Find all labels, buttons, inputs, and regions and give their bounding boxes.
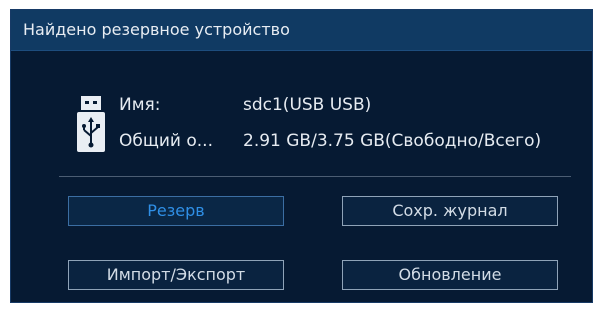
- device-capacity-row: Общий о... 2.91 GB/3.75 GB(Свободно/Всег…: [11, 130, 592, 152]
- dialog-title: Найдено резервное устройство: [23, 20, 290, 39]
- backup-button[interactable]: Резерв: [68, 196, 284, 226]
- dialog-titlebar: Найдено резервное устройство: [11, 10, 592, 51]
- device-name-label: Имя:: [119, 95, 161, 115]
- device-capacity-label: Общий о...: [119, 131, 213, 151]
- device-name-value: sdc1(USB USB): [243, 95, 372, 115]
- section-divider: [59, 176, 571, 177]
- update-button[interactable]: Обновление: [342, 260, 558, 290]
- save-log-button[interactable]: Сохр. журнал: [342, 196, 558, 226]
- device-capacity-value: 2.91 GB/3.75 GB(Свободно/Всего): [243, 131, 542, 151]
- import-export-button[interactable]: Импорт/Экспорт: [68, 260, 284, 290]
- backup-device-dialog: Найдено резервное устройство Имя: sdc1(U…: [10, 9, 593, 303]
- device-name-row: Имя: sdc1(USB USB): [11, 94, 592, 116]
